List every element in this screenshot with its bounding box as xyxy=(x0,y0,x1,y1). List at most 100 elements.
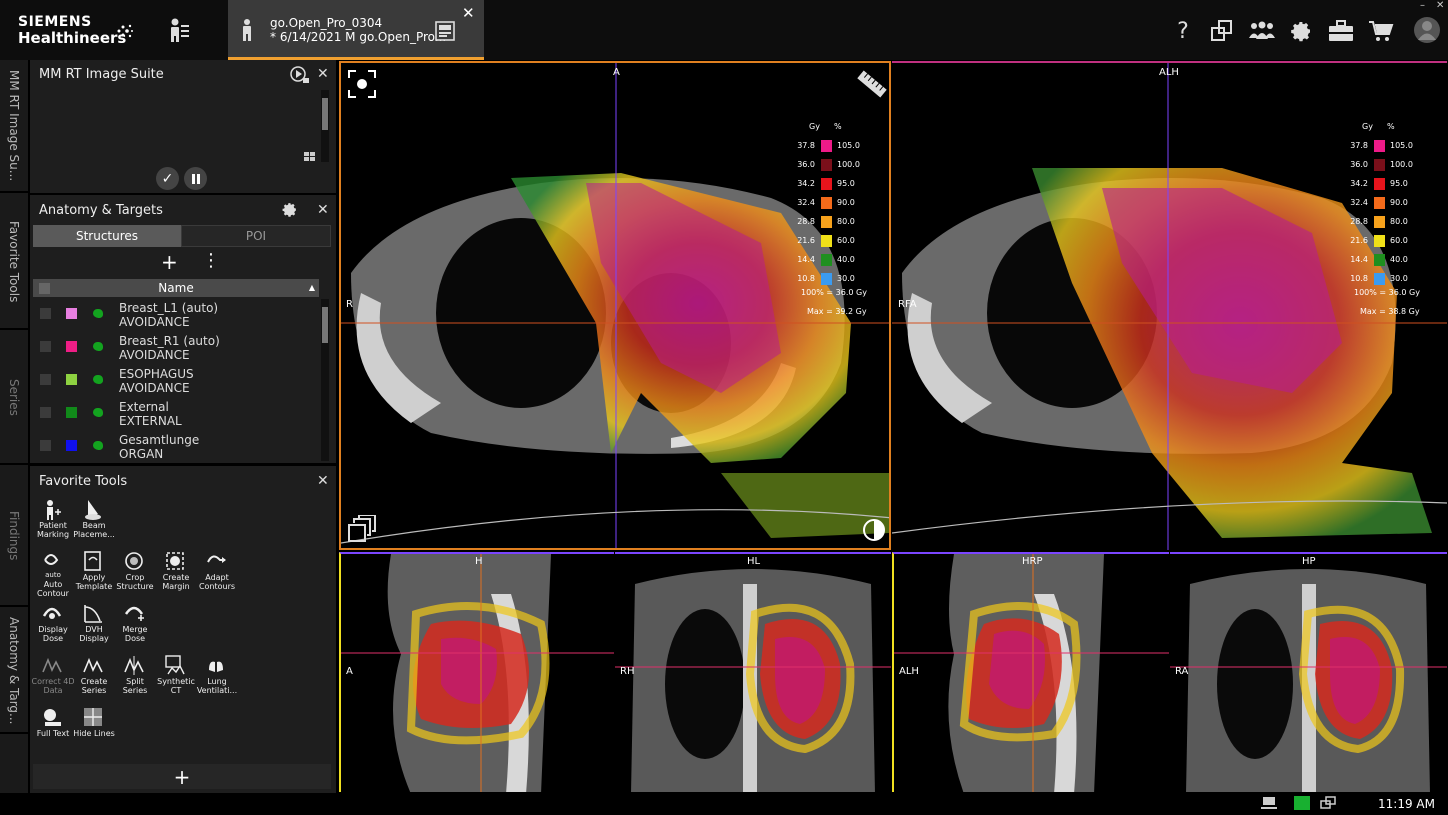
tool-merge-dose[interactable]: Merge Dose xyxy=(113,602,157,643)
structure-row[interactable]: Gesamtlunge ORGAN xyxy=(33,431,317,464)
avatar-icon[interactable] xyxy=(1412,14,1442,46)
visibility-checkbox[interactable] xyxy=(40,374,51,385)
structure-color-swatch[interactable] xyxy=(66,440,77,451)
tool-patient-marking[interactable]: Patient Marking xyxy=(31,498,75,539)
tab-poi[interactable]: POI xyxy=(181,225,331,247)
tool-correct-4d[interactable]: Correct 4D Data xyxy=(31,654,75,695)
siemens-logo: SIEMENS Healthineers xyxy=(18,14,126,46)
sort-ascending-icon[interactable]: ▲ xyxy=(309,283,315,292)
legend-unit-gy: Gy xyxy=(1362,122,1373,131)
grid-view-icon[interactable] xyxy=(304,152,318,162)
confirm-icon[interactable]: ✓ xyxy=(156,167,179,190)
sagittal-viewport-2[interactable]: HRP ALH xyxy=(892,552,1169,792)
legend-pct-value: 95.0 xyxy=(837,179,855,188)
tool-create-series[interactable]: Create Series xyxy=(72,654,116,695)
gear-icon[interactable] xyxy=(1287,16,1315,46)
tool-hide-lines[interactable]: Hide Lines xyxy=(72,706,116,738)
legend-pct-value: 60.0 xyxy=(837,236,855,245)
orientation-left: RFA xyxy=(898,299,917,310)
tool-lung-ventilation[interactable]: Lung Ventilati... xyxy=(195,654,239,695)
structure-color-swatch[interactable] xyxy=(66,308,77,319)
legend-swatch xyxy=(1374,140,1385,152)
structure-color-swatch[interactable] xyxy=(66,407,77,418)
users-icon[interactable] xyxy=(1247,16,1277,46)
stack-series-icon[interactable] xyxy=(347,515,377,543)
rail-tab-favorite-tools[interactable]: Favorite Tools xyxy=(0,195,28,330)
visibility-checkbox[interactable] xyxy=(40,341,51,352)
tool-synthetic-ct[interactable]: Synthetic CT xyxy=(154,654,198,695)
structure-row[interactable]: Breast_L1 (auto) AVOIDANCE xyxy=(33,299,317,332)
play-workflow-icon[interactable] xyxy=(290,66,310,84)
patient-browser-icon[interactable] xyxy=(162,14,196,46)
legend-swatch xyxy=(821,159,832,171)
name-column-header[interactable]: Name ▲ xyxy=(33,279,319,297)
auto-contour-icon xyxy=(44,554,59,565)
rail-tab-findings[interactable]: Findings xyxy=(0,467,28,607)
add-structure-button[interactable]: + xyxy=(161,252,178,272)
close-window-icon[interactable]: ✕ xyxy=(1436,0,1444,11)
structure-color-swatch[interactable] xyxy=(66,341,77,352)
structures-scrollbar[interactable] xyxy=(321,299,329,461)
more-options-icon[interactable]: ⋮ xyxy=(202,252,220,270)
expand-viewport-icon[interactable] xyxy=(347,69,377,99)
sagittal-viewport-1[interactable]: H A xyxy=(339,552,614,792)
ruler-icon[interactable] xyxy=(857,69,887,99)
tool-crop-structure[interactable]: Crop Structure xyxy=(113,550,157,591)
close-icon[interactable]: ✕ xyxy=(317,202,329,218)
structure-row[interactable]: ESOPHAGUS AVOIDANCE xyxy=(33,365,317,398)
tool-full-text[interactable]: Full Text xyxy=(31,706,75,738)
briefcase-icon[interactable] xyxy=(1326,16,1356,46)
structure-type: EXTERNAL xyxy=(119,414,182,428)
legend-pct-value: 105.0 xyxy=(1390,141,1413,150)
coronal-viewport-2[interactable]: HP RA xyxy=(1170,552,1447,792)
close-tab-icon[interactable]: ✕ xyxy=(462,4,475,22)
visibility-checkbox[interactable] xyxy=(40,440,51,451)
tool-label: Create Margin xyxy=(162,573,190,591)
layout-icon[interactable] xyxy=(1208,16,1236,46)
add-tool-button[interactable]: + xyxy=(33,764,331,789)
coronal-viewport-1[interactable]: HL RH xyxy=(615,552,891,792)
legend-gy-value: 32.4 xyxy=(797,198,815,207)
legend-unit-pct: % xyxy=(834,122,842,131)
axial-viewport-left[interactable]: A R Gy% 37.8 105.0 36.0 100.0 34.2 95.0 32.4 90… xyxy=(339,61,891,550)
structure-row[interactable]: External EXTERNAL xyxy=(33,398,317,431)
visibility-checkbox[interactable] xyxy=(40,407,51,418)
minimize-window-icon[interactable]: – xyxy=(1420,0,1425,11)
visibility-checkbox[interactable] xyxy=(40,308,51,319)
tool-create-margin[interactable]: Create Margin xyxy=(154,550,198,591)
close-icon[interactable]: ✕ xyxy=(317,473,329,489)
tab-structures[interactable]: Structures xyxy=(33,225,181,247)
legend-swatch xyxy=(821,178,832,190)
close-icon[interactable]: ✕ xyxy=(317,66,329,82)
tool-adapt-contours[interactable]: Adapt Contours xyxy=(195,550,239,591)
tool-apply-template[interactable]: Apply Template xyxy=(72,550,116,591)
dose-legend-right: Gy% 37.8 105.0 36.0 100.0 34.2 95.0 32.4 90.0 28… xyxy=(1344,121,1444,321)
rail-tab-image-suite[interactable]: MM RT Image Su... xyxy=(0,60,28,193)
contour-icon xyxy=(93,408,103,417)
rail-tab-anatomy[interactable]: Anatomy & Targ... xyxy=(0,609,28,734)
pause-icon[interactable] xyxy=(184,167,207,190)
patient-tab[interactable]: go.Open_Pro_0304 * 6/14/2021 M go.Open_P… xyxy=(228,0,484,60)
legend-row: 10.8 30.0 xyxy=(1344,273,1434,285)
tool-dvh-display[interactable]: DVH Display xyxy=(72,602,116,643)
series-thumbnail-icon[interactable] xyxy=(435,21,455,41)
tool-split-series[interactable]: Split Series xyxy=(113,654,157,695)
structure-color-swatch[interactable] xyxy=(66,374,77,385)
structure-row[interactable]: Breast_R1 (auto) AVOIDANCE xyxy=(33,332,317,365)
structure-name: Breast_L1 (auto) xyxy=(119,301,219,315)
help-icon[interactable]: ? xyxy=(1170,16,1196,46)
axial-viewport-right[interactable]: ALH RFA Gy% 37.8 105.0 36.0 100.0 34.2 95.0 32… xyxy=(892,61,1447,550)
cart-icon[interactable] xyxy=(1366,16,1396,46)
legend-gy-value: 34.2 xyxy=(797,179,815,188)
window-level-icon[interactable] xyxy=(861,517,887,543)
anatomy-settings-icon[interactable] xyxy=(281,201,298,218)
patient-icon xyxy=(243,19,251,41)
tool-display-dose[interactable]: Display Dose xyxy=(31,602,75,643)
rail-tab-series[interactable]: Series xyxy=(0,332,28,465)
scrollbar[interactable] xyxy=(321,90,329,162)
screen-share-icon[interactable] xyxy=(1320,796,1336,811)
orientation-top: A xyxy=(613,67,620,78)
network-icon[interactable] xyxy=(1261,797,1277,811)
tool-beam-placement[interactable]: Beam Placeme... xyxy=(72,498,116,539)
tool-auto-contour[interactable]: auto Auto Contour xyxy=(31,550,75,598)
